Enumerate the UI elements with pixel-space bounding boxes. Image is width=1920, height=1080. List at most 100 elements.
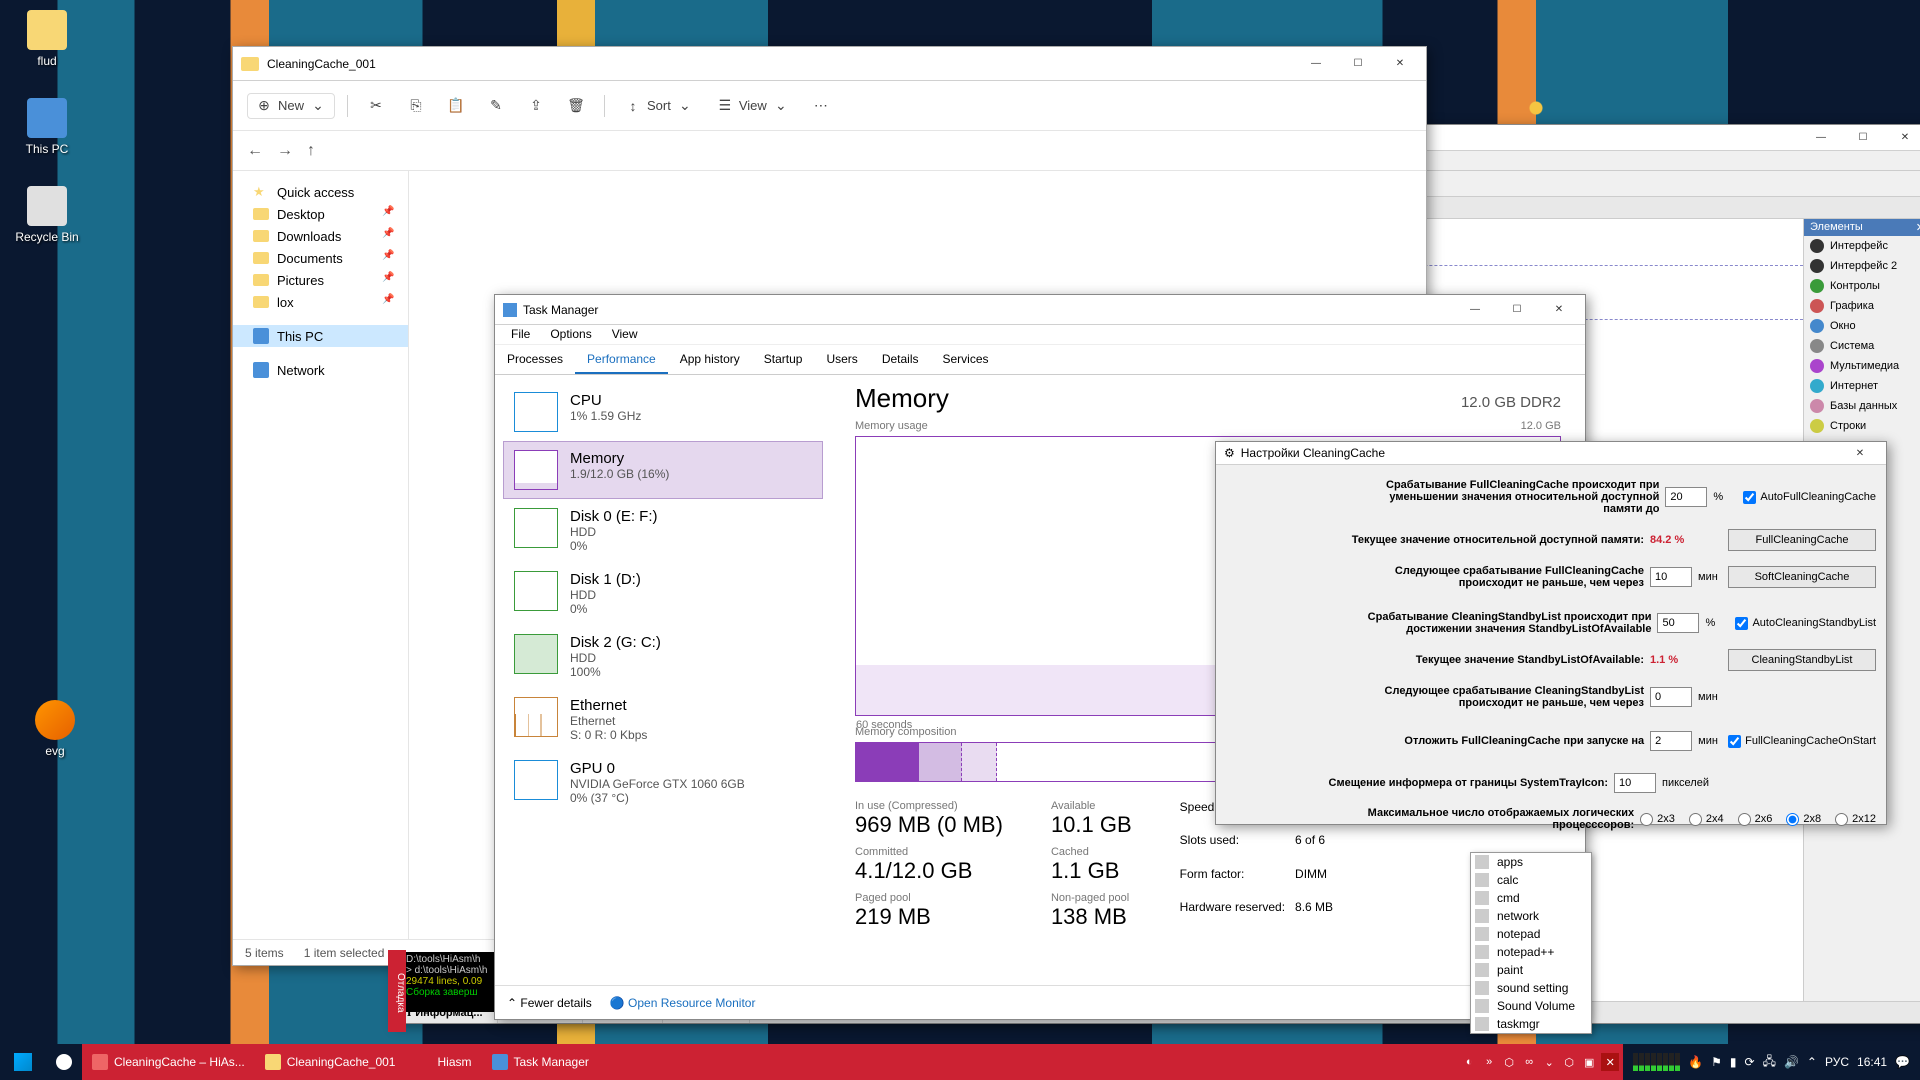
threshold-input[interactable] (1665, 487, 1707, 507)
radio-2x8[interactable]: 2x8 (1786, 813, 1821, 826)
delete-button[interactable]: 🗑 (560, 94, 592, 118)
cleaning-standby-button[interactable]: CleaningStandbyList (1728, 649, 1876, 671)
element-category-Строки[interactable]: Строки (1804, 416, 1920, 436)
tray-icon[interactable]: ⬡ (1561, 1054, 1577, 1070)
maximize-button[interactable]: ☐ (1338, 53, 1378, 75)
tab-details[interactable]: Details (870, 345, 931, 374)
radio-2x6[interactable]: 2x6 (1738, 813, 1773, 826)
tray-temp-icon[interactable]: 🔥 (1688, 1055, 1703, 1069)
element-category-Графика[interactable]: Графика (1804, 296, 1920, 316)
tab-performance[interactable]: Performance (575, 345, 668, 374)
maximize-button[interactable]: ☐ (1843, 127, 1883, 149)
on-start-checkbox[interactable]: FullCleaningCacheOnStart (1728, 735, 1876, 748)
tray-icon[interactable]: ◐ (1461, 1054, 1477, 1070)
tab-users[interactable]: Users (814, 345, 869, 374)
desktop-icon-thispc[interactable]: This PC (10, 98, 84, 156)
minimize-button[interactable]: ― (1296, 53, 1336, 75)
tray-icon[interactable]: ⌄ (1541, 1054, 1557, 1070)
menu-item-cmd[interactable]: cmd (1471, 889, 1591, 907)
offset-input[interactable] (1614, 773, 1656, 793)
standby-threshold-input[interactable] (1657, 613, 1699, 633)
desktop-icon-evg[interactable]: evg (18, 700, 92, 758)
tray-icon[interactable]: » (1481, 1054, 1497, 1070)
tray-icon[interactable]: ▣ (1581, 1054, 1597, 1070)
tray-battery-icon[interactable]: ▮ (1730, 1055, 1737, 1069)
taskbar-app[interactable]: CleaningCache – HiAs... (82, 1044, 255, 1080)
menu-item-taskmgr[interactable]: taskmgr (1471, 1015, 1591, 1033)
element-category-Интерфейс 2[interactable]: Интерфейс 2 (1804, 256, 1920, 276)
rename-button[interactable]: ✎ (480, 94, 512, 118)
tray-notification-icon[interactable]: 💬 (1895, 1055, 1910, 1069)
tray-icon[interactable]: ⬡ (1501, 1054, 1517, 1070)
tray-icon[interactable]: ∞ (1521, 1054, 1537, 1070)
auto-standby-checkbox[interactable]: AutoCleaningStandbyList (1735, 617, 1876, 630)
tray-lang[interactable]: РУС (1825, 1055, 1849, 1069)
elements-close-icon[interactable]: ✕ (1916, 221, 1920, 234)
copy-button[interactable]: ⎘ (400, 94, 432, 118)
maximize-button[interactable]: ☐ (1497, 299, 1537, 321)
search-button[interactable] (46, 1044, 82, 1080)
open-resource-monitor-link[interactable]: 🔵 Open Resource Monitor (610, 996, 756, 1010)
share-button[interactable]: ⇪ (520, 94, 552, 118)
perf-item-eth[interactable]: EthernetEthernetS: 0 R: 0 Kbps (503, 688, 823, 751)
tray-sync-icon[interactable]: ⟳ (1745, 1055, 1755, 1069)
menu-item-sound-setting[interactable]: sound setting (1471, 979, 1591, 997)
element-category-Базы данных[interactable]: Базы данных (1804, 396, 1920, 416)
tab-processes[interactable]: Processes (495, 345, 575, 374)
sidebar-item-this-pc[interactable]: This PC (233, 325, 408, 347)
otladka-tab[interactable]: Отладка (388, 950, 406, 1032)
perf-item-d0[interactable]: Disk 0 (E: F:)HDD0% (503, 499, 823, 562)
close-button[interactable]: ✕ (1539, 299, 1579, 321)
element-category-Мультимедиа[interactable]: Мультимедиа (1804, 356, 1920, 376)
fewer-details-button[interactable]: ⌃ Fewer details (507, 996, 592, 1010)
sidebar-item-pictures[interactable]: Pictures📌 (233, 269, 408, 291)
menu-item-paint[interactable]: paint (1471, 961, 1591, 979)
close-button[interactable]: ✕ (1840, 442, 1880, 464)
tray-clock[interactable]: 16:41 (1857, 1055, 1887, 1069)
cpu-meter[interactable] (1633, 1053, 1680, 1071)
delay-input[interactable] (1650, 731, 1692, 751)
view-button[interactable]: ☰View⌄ (709, 94, 797, 118)
start-button[interactable] (0, 1044, 46, 1080)
tray-chevron-icon[interactable]: ⌃ (1807, 1055, 1817, 1069)
explorer-titlebar[interactable]: CleaningCache_001 ― ☐ ✕ (233, 47, 1426, 81)
taskbar-app[interactable]: Hiasm (405, 1044, 481, 1080)
sidebar-item-downloads[interactable]: Downloads📌 (233, 225, 408, 247)
ccset-titlebar[interactable]: ⚙ Настройки CleaningCache ✕ (1216, 442, 1886, 465)
perf-item-d2[interactable]: Disk 2 (G: C:)HDD100% (503, 625, 823, 688)
sidebar-item-network[interactable]: Network (233, 359, 408, 381)
tab-services[interactable]: Services (931, 345, 1001, 374)
taskbar-app[interactable]: CleaningCache_001 (255, 1044, 406, 1080)
menu-item-Sound-Volume[interactable]: Sound Volume (1471, 997, 1591, 1015)
menu-item-notepad++[interactable]: notepad++ (1471, 943, 1591, 961)
element-category-Окно[interactable]: Окно (1804, 316, 1920, 336)
tray-volume-icon[interactable]: 🔊 (1784, 1055, 1799, 1069)
menu-item-notepad[interactable]: notepad (1471, 925, 1591, 943)
sidebar-item-quick-access[interactable]: ★Quick access (233, 181, 408, 203)
close-button[interactable]: ✕ (1380, 53, 1420, 75)
radio-2x3[interactable]: 2x3 (1640, 813, 1675, 826)
tray-close-icon[interactable]: ✕ (1601, 1053, 1619, 1071)
tab-startup[interactable]: Startup (752, 345, 815, 374)
minimize-button[interactable]: ― (1455, 299, 1495, 321)
menu-item-apps[interactable]: apps (1471, 853, 1591, 871)
back-button[interactable]: ← (247, 142, 263, 160)
interval-standby-input[interactable] (1650, 687, 1692, 707)
perf-item-mem[interactable]: Memory1.9/12.0 GB (16%) (503, 441, 823, 499)
taskmanager-titlebar[interactable]: Task Manager ― ☐ ✕ (495, 295, 1585, 325)
menu-item-network[interactable]: network (1471, 907, 1591, 925)
sidebar-item-lox[interactable]: lox📌 (233, 291, 408, 313)
element-category-Система[interactable]: Система (1804, 336, 1920, 356)
perf-item-gpu[interactable]: GPU 0NVIDIA GeForce GTX 1060 6GB0% (37 °… (503, 751, 823, 814)
tab-apphistory[interactable]: App history (668, 345, 752, 374)
radio-2x12[interactable]: 2x12 (1835, 813, 1876, 826)
more-button[interactable]: ⋯ (805, 94, 837, 118)
forward-button[interactable]: → (277, 142, 293, 160)
up-button[interactable]: ↑ (307, 142, 315, 160)
radio-2x4[interactable]: 2x4 (1689, 813, 1724, 826)
auto-full-checkbox[interactable]: AutoFullCleaningCache (1743, 491, 1876, 504)
desktop-icon-recyclebin[interactable]: Recycle Bin (10, 186, 84, 244)
sort-button[interactable]: ↕Sort⌄ (617, 94, 701, 118)
menu-view[interactable]: View (604, 325, 646, 344)
element-category-Интерфейс[interactable]: Интерфейс (1804, 236, 1920, 256)
